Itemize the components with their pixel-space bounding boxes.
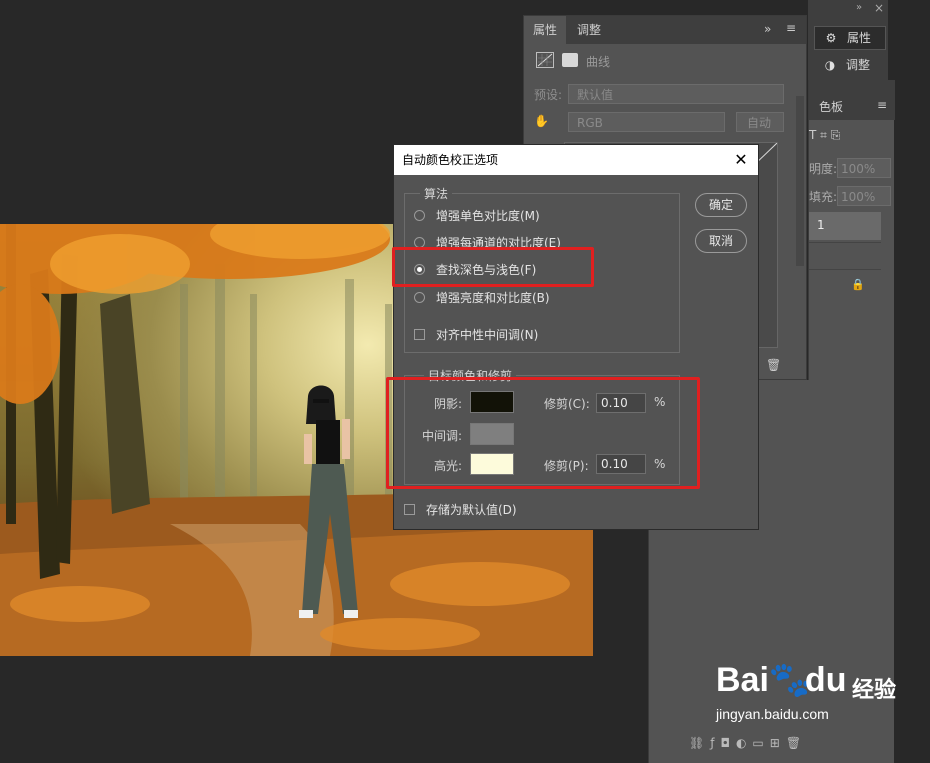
close-icon[interactable]: ✕ xyxy=(730,149,752,171)
adjustments-icon: ◑ xyxy=(824,58,836,72)
checkbox[interactable] xyxy=(414,329,425,340)
algorithm-group-label: 算法 xyxy=(420,185,453,202)
adjustments-tool-button[interactable]: ◑ 调整 xyxy=(814,54,884,76)
mask-icon[interactable] xyxy=(562,53,578,67)
highlight-box-target-colors xyxy=(386,377,700,489)
cancel-button[interactable]: 取消 xyxy=(695,229,747,253)
tab-properties[interactable]: 属性 xyxy=(524,16,567,44)
auto-color-correction-dialog: 自动颜色校正选项 ✕ 算法 增强单色对比度(M) 增强每通道的对比度(E) 查找… xyxy=(386,144,759,530)
auto-button[interactable]: 自动 xyxy=(736,112,784,132)
tab-swatches[interactable]: 色板 xyxy=(819,98,843,115)
fill-field[interactable]: 100% xyxy=(837,186,891,206)
paw-icon: 🐾 xyxy=(768,661,812,699)
opacity-label: 明度: xyxy=(809,162,838,176)
trash-icon[interactable]: 🗑 xyxy=(766,358,781,372)
side-tool-strip: ⚙ 属性 ◑ 调整 » × xyxy=(808,0,888,80)
watermark-url: jingyan.baidu.com xyxy=(716,706,829,722)
layer-row-selected[interactable]: 1 xyxy=(809,212,881,240)
close-icon[interactable]: × xyxy=(874,1,884,15)
curves-icon xyxy=(536,52,554,68)
ok-button[interactable]: 确定 xyxy=(695,193,747,217)
adjustment-title: 曲线 xyxy=(586,55,611,69)
properties-tabbar: 属性 调整 » ≡ xyxy=(524,16,806,44)
properties-tool-button[interactable]: ⚙ 属性 xyxy=(814,26,886,50)
panel-menu-icon[interactable]: ≡ xyxy=(786,21,796,35)
tab-adjustments[interactable]: 调整 xyxy=(568,16,610,44)
layer-footer-icons[interactable]: ⛓ƒ◘◐▭⊞🗑 xyxy=(689,736,807,750)
radio[interactable] xyxy=(414,210,425,221)
highlight-box-selected-option xyxy=(392,247,594,287)
panel-menu-icon[interactable]: ≡ xyxy=(877,98,887,112)
layer-row[interactable] xyxy=(809,242,881,270)
hand-target-icon[interactable]: ✋ xyxy=(534,114,549,128)
preset-select[interactable]: 默认值 xyxy=(568,84,784,104)
preset-label: 预设: xyxy=(534,88,563,102)
fill-label: 填充: xyxy=(809,190,838,204)
swatches-panel: 色板 ≡ T ⌗ ⎘ 明度: 100% 填充: 100% 1 🔒 xyxy=(808,80,895,400)
dialog-title: 自动颜色校正选项 xyxy=(394,145,758,175)
watermark-suffix: 经验 xyxy=(852,678,897,703)
radio[interactable] xyxy=(414,292,425,303)
channel-select[interactable]: RGB xyxy=(568,112,725,132)
collapse-icon[interactable]: » xyxy=(764,22,771,36)
checkbox[interactable] xyxy=(404,504,415,515)
layer-tools-icon[interactable]: T ⌗ ⎘ xyxy=(809,128,840,143)
scrollbar[interactable] xyxy=(796,96,804,266)
opacity-field[interactable]: 100% xyxy=(837,158,891,178)
lock-icon[interactable]: 🔒 xyxy=(851,278,865,291)
properties-icon: ⚙ xyxy=(825,31,837,45)
baidu-jingyan-watermark: Bai🐾du 经验 jingyan.baidu.com xyxy=(716,660,896,730)
expand-icon[interactable]: » xyxy=(856,2,862,13)
watermark-brand: Bai🐾du xyxy=(716,661,847,699)
